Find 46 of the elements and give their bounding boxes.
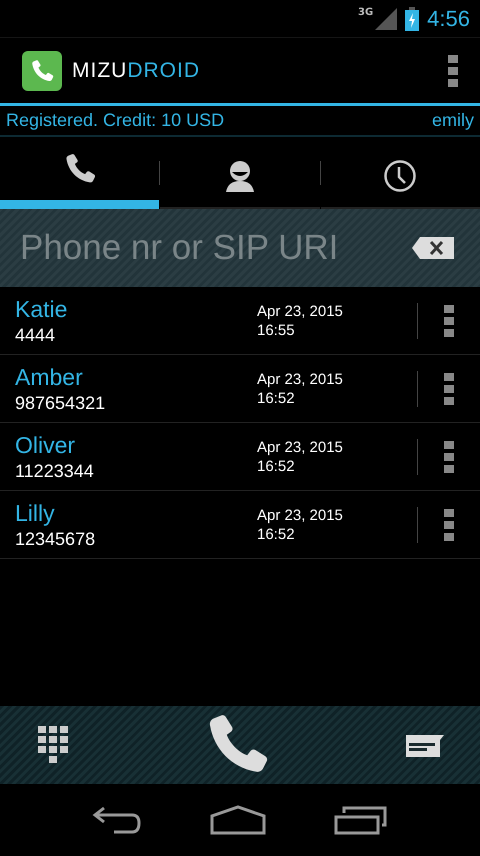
battery-icon (405, 6, 420, 30)
registration-status: Registered. Credit: 10 USD (6, 110, 224, 131)
logo-text: DROID (127, 58, 200, 82)
recent-apps-button[interactable] (334, 805, 388, 835)
overflow-menu-icon (448, 54, 458, 86)
overflow-menu-button[interactable] (448, 54, 458, 86)
dial-input-field[interactable]: Phone nr or SIP URI (0, 209, 392, 287)
phone-number: 12345678 (15, 528, 96, 550)
contact-name: Amber (15, 364, 84, 390)
call-date: Apr 23, 2015 (257, 302, 344, 320)
phone-number: 4444 (15, 324, 56, 346)
overflow-menu-icon (444, 508, 454, 540)
back-button[interactable] (92, 806, 142, 834)
call-time: 16:55 (257, 320, 296, 340)
app-logo-icon (22, 50, 62, 90)
contact-name: Katie (15, 296, 68, 322)
dialpad-button[interactable] (38, 726, 68, 764)
call-date: Apr 23, 2015 (257, 370, 344, 388)
network-type: 3G (358, 7, 374, 18)
call-time: 16:52 (257, 456, 296, 476)
overflow-menu-icon (444, 304, 454, 336)
overflow-menu-icon (444, 372, 454, 404)
clock-icon (383, 158, 418, 192)
clock-time: 4:56 (427, 6, 470, 32)
contact-name: Oliver (15, 432, 76, 458)
recent-apps-icon (334, 805, 388, 835)
backspace-icon (412, 237, 454, 259)
person-icon (224, 160, 256, 192)
call-time: 16:52 (257, 524, 296, 544)
back-icon (92, 806, 142, 834)
home-button[interactable] (210, 805, 266, 835)
phone-number: 11223344 (15, 460, 95, 482)
backspace-button[interactable] (392, 209, 480, 287)
dialpad-icon (38, 726, 68, 764)
call-date: Apr 23, 2015 (257, 438, 344, 456)
message-button[interactable] (406, 733, 444, 757)
phone-number: 987654321 (15, 392, 106, 414)
overflow-menu-icon (444, 440, 454, 472)
message-icon (406, 733, 444, 757)
signal-icon (375, 8, 398, 30)
call-date: Apr 23, 2015 (257, 506, 344, 524)
contact-name: Lilly (15, 500, 56, 526)
home-icon (210, 805, 266, 835)
call-time: 16:52 (257, 388, 296, 408)
logo-text: MIZU (72, 58, 128, 82)
account-name: emily (432, 110, 474, 131)
